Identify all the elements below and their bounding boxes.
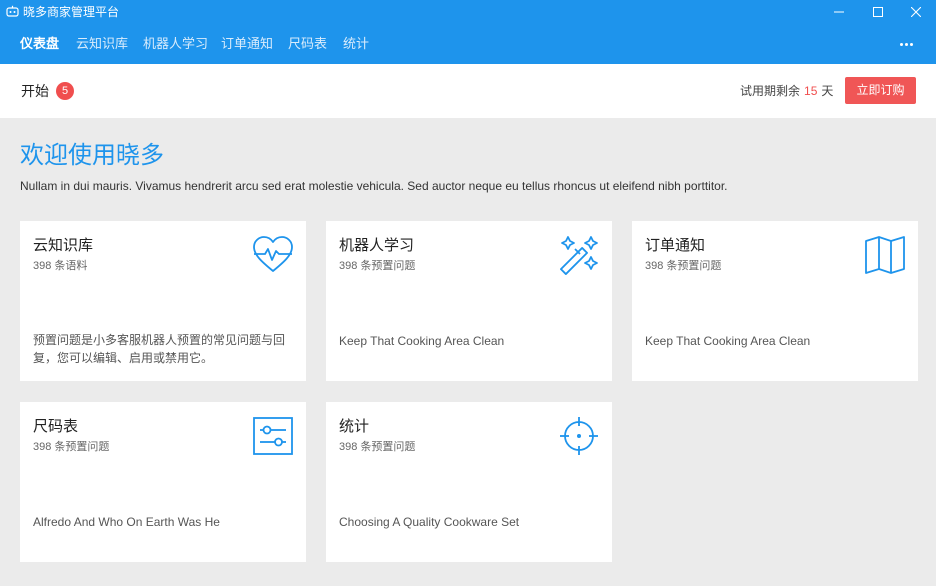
maximize-icon: [873, 7, 883, 17]
card-size-chart[interactable]: 尺码表 398 条预置问题 Alfredo And Who On Earth W…: [20, 402, 306, 562]
notification-badge: 5: [56, 82, 74, 100]
card-cloud-knowledge[interactable]: 云知识库 398 条语料 预置问题是小多客服机器人预置的常见问题与回复，您可以编…: [20, 221, 306, 381]
open-book-icon: [865, 236, 905, 274]
card-title: 订单通知: [645, 237, 706, 254]
nav-item-cloud-knowledge[interactable]: 云知识库: [76, 36, 128, 52]
card-meta: 398 条语料: [33, 260, 88, 272]
card-meta: 398 条预置问题: [33, 441, 110, 453]
maximize-button[interactable]: [859, 0, 897, 24]
trial-prefix: 试用期剩余: [740, 84, 801, 98]
close-button[interactable]: [897, 0, 935, 24]
nav-item-dashboard[interactable]: 仪表盘: [20, 36, 59, 52]
trial-suffix: 天: [821, 84, 834, 98]
minimize-button[interactable]: [820, 0, 858, 24]
nav-item-order-notice[interactable]: 订单通知: [221, 36, 273, 52]
card-meta: 398 条预置问题: [339, 441, 416, 453]
title-bar: 晓多商家管理平台: [0, 0, 936, 24]
card-statistics[interactable]: 统计 398 条预置问题 Choosing A Quality Cookware…: [326, 402, 612, 562]
trial-days: 15: [804, 84, 818, 98]
page-subtitle: Nullam in dui mauris. Vivamus hendrerit …: [20, 179, 728, 193]
magic-wand-icon: [560, 236, 598, 275]
card-meta: 398 条预置问题: [339, 260, 416, 272]
more-icon[interactable]: [894, 36, 918, 52]
crosshair-icon: [560, 417, 598, 455]
card-robot-learning[interactable]: 机器人学习 398 条预置问题 Keep That Cooking Area C…: [326, 221, 612, 381]
minimize-icon: [834, 11, 844, 13]
heartbeat-icon: [253, 236, 293, 272]
card-meta: 398 条预置问题: [645, 260, 722, 272]
nav-item-statistics[interactable]: 统计: [343, 36, 369, 52]
robot-icon: [6, 5, 19, 17]
page-title: 欢迎使用晓多: [20, 142, 164, 169]
card-title: 机器人学习: [339, 237, 415, 254]
sliders-icon: [253, 417, 293, 455]
trial-remaining: 试用期剩余 15 天: [740, 83, 833, 99]
card-description: 预置问题是小多客服机器人预置的常见问题与回复，您可以编辑、启用或禁用它。: [33, 333, 286, 365]
window-title: 晓多商家管理平台: [23, 5, 120, 19]
card-description: Keep That Cooking Area Clean: [339, 334, 505, 348]
card-description: Alfredo And Who On Earth Was He: [33, 515, 220, 529]
card-description: Keep That Cooking Area Clean: [645, 334, 811, 348]
card-order-notice[interactable]: 订单通知 398 条预置问题 Keep That Cooking Area Cl…: [632, 221, 918, 381]
close-icon: [911, 7, 921, 17]
card-title: 云知识库: [33, 237, 94, 254]
nav-item-size-chart[interactable]: 尺码表: [288, 36, 327, 52]
buy-now-button[interactable]: 立即订购: [845, 77, 916, 104]
nav-item-robot-learning[interactable]: 机器人学习: [143, 36, 208, 52]
start-label: 开始: [21, 83, 49, 99]
main-nav: 仪表盘 云知识库 机器人学习 订单通知 尺码表 统计: [0, 24, 936, 64]
card-title: 尺码表: [33, 418, 79, 435]
card-description: Choosing A Quality Cookware Set: [339, 515, 520, 529]
card-title: 统计: [339, 418, 370, 435]
start-bar: 开始 5 试用期剩余 15 天 立即订购: [0, 64, 936, 118]
